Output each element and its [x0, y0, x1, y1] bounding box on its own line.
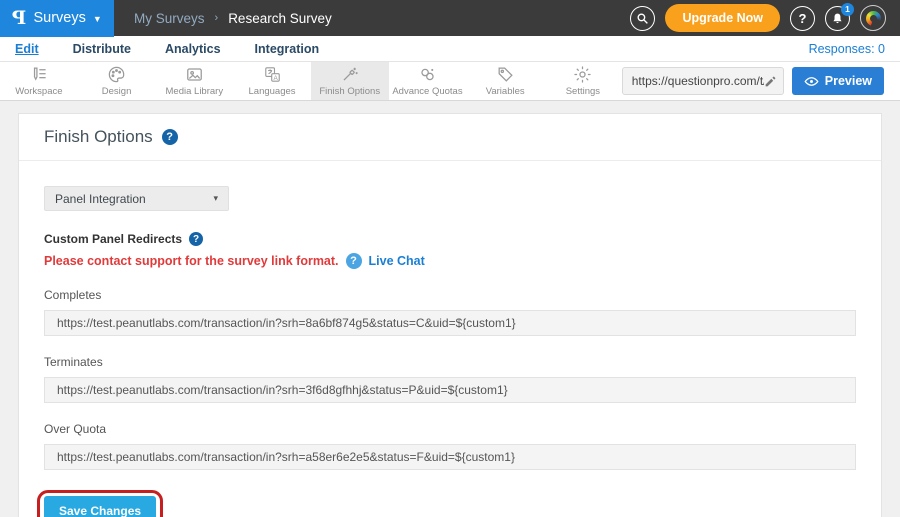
responses-count[interactable]: Responses: 0: [809, 42, 885, 56]
eye-icon: [804, 76, 819, 87]
notification-badge: 1: [841, 3, 854, 16]
topbar-actions: Upgrade Now ? 1: [630, 4, 900, 32]
finish-option-type-dropdown[interactable]: Panel Integration ▾: [44, 186, 229, 211]
toolbar-item-label: Advance Quotas: [392, 86, 462, 97]
workspace-icon: [29, 65, 48, 84]
panel-header: Finish Options ?: [19, 114, 881, 161]
finish-options-wand-icon: [340, 65, 359, 84]
page-title: Finish Options: [44, 127, 153, 147]
toolbar-item-label: Settings: [566, 86, 600, 97]
search-icon: [636, 12, 649, 25]
top-bar: P Surveys ▼ My Surveys › Research Survey…: [0, 0, 900, 36]
toolbar-item-label: Languages: [249, 86, 296, 97]
chevron-down-icon: ▼: [93, 14, 102, 24]
survey-url-box: [622, 67, 784, 95]
toolbar-item-label: Finish Options: [319, 86, 380, 97]
dropdown-selected-value: Panel Integration: [55, 192, 146, 206]
tab-distribute[interactable]: Distribute: [73, 42, 131, 56]
chevron-down-icon: ▾: [213, 193, 218, 204]
survey-url-input[interactable]: [632, 74, 764, 88]
overquota-field-group: Over Quota https://test.peanutlabs.com/t…: [44, 422, 856, 470]
terminates-field-group: Terminates https://test.peanutlabs.com/t…: [44, 355, 856, 403]
tab-analytics[interactable]: Analytics: [165, 42, 221, 56]
survey-nav-row: Edit Distribute Analytics Integration Re…: [0, 36, 900, 62]
toolbar-item-design[interactable]: Design: [78, 62, 156, 100]
redirects-help-icon[interactable]: ?: [189, 232, 203, 246]
tab-integration[interactable]: Integration: [255, 42, 320, 56]
toolbar-right-group: Preview: [622, 62, 900, 100]
breadcrumb-current-survey: Research Survey: [228, 11, 332, 26]
finish-options-help-icon[interactable]: ?: [162, 129, 178, 145]
completes-url-field[interactable]: https://test.peanutlabs.com/transaction/…: [44, 310, 856, 336]
breadcrumb-separator: ›: [215, 12, 219, 24]
help-button[interactable]: ?: [790, 6, 815, 31]
gauge-avatar-icon: [866, 11, 881, 26]
toolbar-item-label: Design: [102, 86, 132, 97]
advance-quotas-links-icon: [418, 65, 437, 84]
languages-icon: A: [263, 65, 282, 84]
custom-panel-redirects-row: Custom Panel Redirects ?: [44, 232, 856, 246]
questionpro-logo-icon: P: [12, 9, 26, 28]
product-name: Surveys: [33, 10, 85, 26]
overquota-url-field[interactable]: https://test.peanutlabs.com/transaction/…: [44, 444, 856, 470]
completes-field-group: Completes https://test.peanutlabs.com/tr…: [44, 288, 856, 336]
toolbar-item-label: Workspace: [15, 86, 62, 97]
variables-tag-icon: [496, 65, 515, 84]
toolbar-item-media-library[interactable]: Media Library: [155, 62, 233, 100]
notifications-button[interactable]: 1: [825, 6, 850, 31]
edit-pencil-icon[interactable]: [764, 75, 777, 88]
toolbar-item-languages[interactable]: A Languages: [233, 62, 311, 100]
panel-body: Panel Integration ▾ Custom Panel Redirec…: [19, 161, 881, 517]
overquota-label: Over Quota: [44, 422, 856, 436]
toolbar-item-label: Media Library: [166, 86, 224, 97]
toolbar-item-settings[interactable]: Settings: [544, 62, 622, 100]
toolbar-item-advance-quotas[interactable]: Advance Quotas: [389, 62, 467, 100]
preview-button[interactable]: Preview: [792, 67, 884, 95]
toolbar-item-label: Variables: [486, 86, 525, 97]
surveys-menu-button[interactable]: P Surveys ▼: [0, 0, 114, 37]
design-palette-icon: [107, 65, 126, 84]
save-annotation-highlight: Save Changes: [37, 490, 163, 517]
support-notice-row: Please contact support for the survey li…: [44, 253, 856, 269]
toolbar-item-variables[interactable]: Variables: [466, 62, 544, 100]
finish-options-panel: Finish Options ? Panel Integration ▾ Cus…: [18, 113, 882, 517]
custom-panel-redirects-label: Custom Panel Redirects: [44, 232, 182, 246]
live-chat-help-icon[interactable]: ?: [346, 253, 362, 269]
tab-edit[interactable]: Edit: [15, 42, 39, 56]
question-mark-icon: ?: [799, 11, 807, 26]
toolbar-item-workspace[interactable]: Workspace: [0, 62, 78, 100]
breadcrumb-my-surveys[interactable]: My Surveys: [134, 11, 205, 26]
user-avatar[interactable]: [860, 5, 886, 31]
toolbar-item-finish-options[interactable]: Finish Options: [311, 62, 389, 100]
search-button[interactable]: [630, 6, 655, 31]
survey-nav-tabs: Edit Distribute Analytics Integration: [15, 42, 319, 56]
media-library-icon: [185, 65, 204, 84]
breadcrumb: My Surveys › Research Survey: [134, 11, 332, 26]
live-chat-link[interactable]: Live Chat: [369, 254, 425, 268]
terminates-url-field[interactable]: https://test.peanutlabs.com/transaction/…: [44, 377, 856, 403]
preview-label: Preview: [825, 74, 872, 88]
completes-label: Completes: [44, 288, 856, 302]
edit-toolbar: Workspace Design Media Library A Languag…: [0, 62, 900, 101]
save-changes-button[interactable]: Save Changes: [44, 496, 156, 517]
terminates-label: Terminates: [44, 355, 856, 369]
support-notice-text: Please contact support for the survey li…: [44, 254, 339, 268]
upgrade-now-button[interactable]: Upgrade Now: [665, 4, 780, 32]
settings-gear-icon: [573, 65, 592, 84]
